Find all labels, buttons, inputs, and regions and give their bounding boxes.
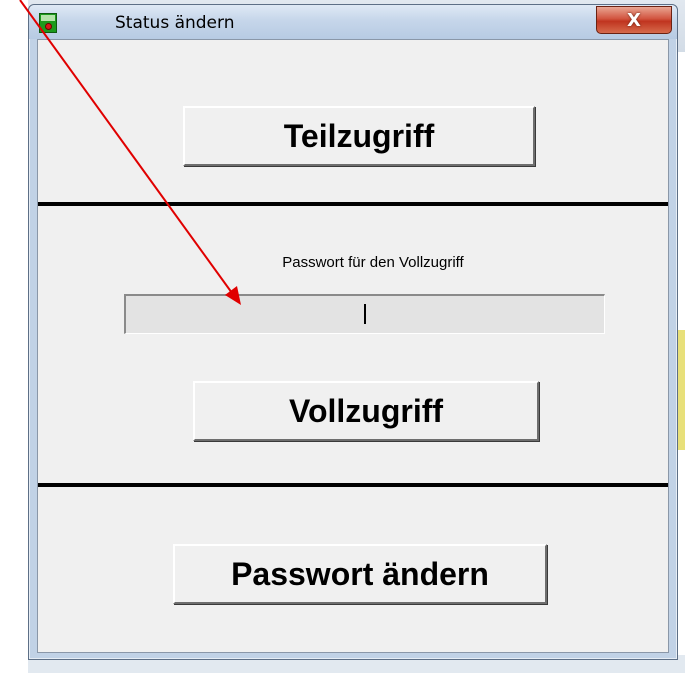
application-icon-dot (45, 23, 52, 30)
application-icon[interactable] (39, 13, 57, 33)
divider-bottom (38, 483, 668, 487)
vollzugriff-button[interactable]: Vollzugriff (193, 381, 539, 441)
text-caret (364, 304, 366, 324)
screenshot-stage: Status ändern X Teilzugriff Passwort für… (0, 0, 685, 673)
divider-top (38, 202, 668, 206)
application-icon-top (41, 15, 55, 21)
dialog-client-area: Teilzugriff Passwort für den Vollzugriff… (37, 39, 669, 653)
background-highlight (677, 330, 685, 450)
close-button[interactable]: X (596, 6, 672, 34)
password-input[interactable] (124, 294, 605, 334)
close-icon: X (627, 9, 641, 31)
status-dialog-window: Status ändern X Teilzugriff Passwort für… (28, 4, 678, 660)
password-label: Passwort für den Vollzugriff (282, 254, 464, 271)
passwort-aendern-button[interactable]: Passwort ändern (173, 544, 547, 604)
teilzugriff-button[interactable]: Teilzugriff (183, 106, 535, 166)
title-bar[interactable]: Status ändern X (29, 5, 677, 39)
window-title: Status ändern (115, 13, 235, 33)
